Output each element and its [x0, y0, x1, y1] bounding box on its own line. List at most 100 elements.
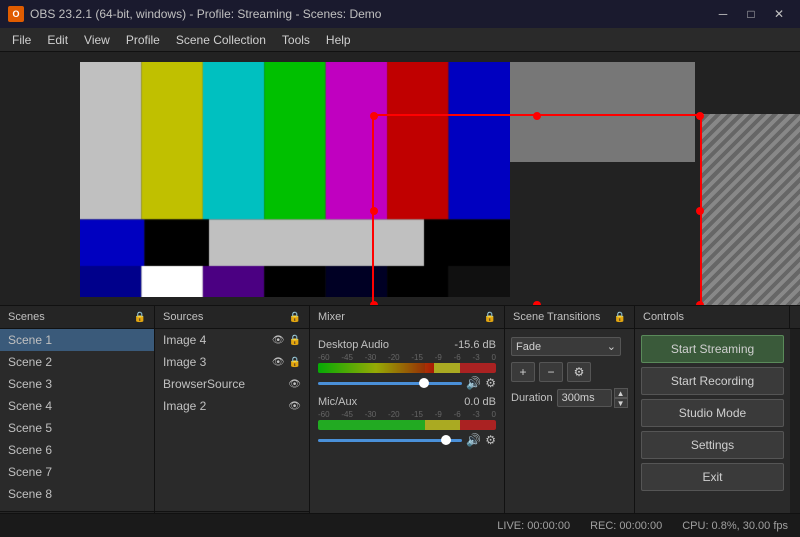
mixer-tracks: Desktop Audio -15.6 dB -60-45-30-20-15-9… [314, 333, 500, 533]
source-item[interactable]: Image 3 👁 🔒 [155, 351, 309, 373]
chevron-down-icon: ⌄ [607, 340, 616, 353]
close-button[interactable]: ✕ [766, 3, 792, 25]
mic-aux-slider[interactable] [318, 439, 462, 442]
menu-file[interactable]: File [4, 31, 39, 49]
main-panels: Scene 1 Scene 2 Scene 3 Scene 4 Scene 5 … [0, 329, 800, 537]
transition-buttons: + − ⚙ [511, 362, 628, 382]
duration-label: Duration [511, 392, 553, 404]
source-name: BrowserSource [163, 377, 245, 391]
source-icons: 👁 [288, 379, 301, 390]
source-item[interactable]: Image 2 👁 [155, 395, 309, 417]
source-name: Image 4 [163, 333, 206, 347]
statusbar: LIVE: 00:00:00 REC: 00:00:00 CPU: 0.8%, … [0, 513, 800, 537]
duration-input[interactable]: 300ms [557, 389, 612, 407]
scenes-lock-icon: 🔒 [134, 312, 146, 323]
lock-icon[interactable]: 🔒 [289, 335, 301, 346]
panel-header-mixer: Mixer 🔒 [310, 306, 505, 328]
menu-help[interactable]: Help [318, 31, 359, 49]
titlebar-title: OBS 23.2.1 (64-bit, windows) - Profile: … [30, 7, 381, 21]
scenes-panel: Scene 1 Scene 2 Scene 3 Scene 4 Scene 5 … [0, 329, 155, 537]
titlebar-left: O OBS 23.2.1 (64-bit, windows) - Profile… [8, 6, 381, 22]
menu-profile[interactable]: Profile [118, 31, 168, 49]
duration-down-button[interactable]: ▼ [614, 398, 628, 408]
visibility-icon[interactable]: 👁 [288, 401, 301, 412]
desktop-audio-name: Desktop Audio [318, 339, 389, 351]
duration-row: Duration 300ms ▲ ▼ [511, 388, 628, 408]
scenes-label: Scenes [8, 311, 45, 323]
desktop-audio-thumb[interactable] [419, 378, 429, 388]
mixer-label: Mixer [318, 311, 345, 323]
visibility-icon[interactable]: 👁 [288, 379, 301, 390]
scene-item[interactable]: Scene 4 [0, 395, 154, 417]
titlebar-controls: ─ □ ✕ [710, 3, 792, 25]
settings-button[interactable]: Settings [641, 431, 784, 459]
scene-item[interactable]: Scene 7 [0, 461, 154, 483]
transitions-label: Scene Transitions [513, 311, 600, 323]
scene-item[interactable]: Scene 8 [0, 483, 154, 505]
source-name: Image 3 [163, 355, 206, 369]
sources-list: Image 4 👁 🔒 Image 3 👁 🔒 BrowserSource 👁 [155, 329, 309, 511]
scene-item[interactable]: Scene 1 [0, 329, 154, 351]
mic-aux-header: Mic/Aux 0.0 dB [318, 396, 496, 408]
mixer-track-mic: Mic/Aux 0.0 dB -60-45-30-20-15-9-6-30 [318, 396, 496, 447]
obs-icon: O [8, 6, 24, 22]
menu-edit[interactable]: Edit [39, 31, 76, 49]
exit-button[interactable]: Exit [641, 463, 784, 491]
transitions-panel: Fade ⌄ + − ⚙ Duration 300ms ▲ ▼ [505, 329, 635, 537]
desktop-audio-header: Desktop Audio -15.6 dB [318, 339, 496, 351]
settings-icon[interactable]: ⚙ [485, 376, 496, 390]
transitions-lock-icon: 🔒 [614, 312, 626, 323]
mixer-panel: Desktop Audio -15.6 dB -60-45-30-20-15-9… [310, 329, 505, 537]
visibility-icon[interactable]: 👁 [272, 335, 285, 346]
duration-control: 300ms ▲ ▼ [557, 388, 628, 408]
scene-item[interactable]: Scene 5 [0, 417, 154, 439]
scene-item[interactable]: Scene 6 [0, 439, 154, 461]
mute-icon[interactable]: 🔊 [466, 376, 481, 390]
scene-item[interactable]: Scene 2 [0, 351, 154, 373]
duration-spinners: ▲ ▼ [614, 388, 628, 408]
visibility-icon[interactable]: 👁 [272, 357, 285, 368]
source-item[interactable]: Image 4 👁 🔒 [155, 329, 309, 351]
titlebar: O OBS 23.2.1 (64-bit, windows) - Profile… [0, 0, 800, 28]
source-icons: 👁 🔒 [272, 357, 301, 368]
remove-transition-button[interactable]: − [539, 362, 563, 382]
mic-mute-icon[interactable]: 🔊 [466, 433, 481, 447]
mic-aux-thumb[interactable] [441, 435, 451, 445]
preview-canvas [80, 62, 510, 297]
scene-item[interactable]: Scene 3 [0, 373, 154, 395]
mixer-track-desktop: Desktop Audio -15.6 dB -60-45-30-20-15-9… [318, 339, 496, 390]
transition-settings-button[interactable]: ⚙ [567, 362, 591, 382]
transition-select[interactable]: Fade ⌄ [511, 337, 621, 356]
sources-label: Sources [163, 311, 203, 323]
sources-lock-icon: 🔒 [289, 312, 301, 323]
desktop-audio-meter [318, 363, 496, 373]
menubar: File Edit View Profile Scene Collection … [0, 28, 800, 52]
menu-view[interactable]: View [76, 31, 118, 49]
hatch-area [700, 114, 800, 305]
maximize-button[interactable]: □ [738, 3, 764, 25]
menu-scene-collection[interactable]: Scene Collection [168, 31, 274, 49]
panel-header-transitions: Scene Transitions 🔒 [505, 306, 635, 328]
preview-area [0, 52, 800, 305]
start-streaming-button[interactable]: Start Streaming [641, 335, 784, 363]
source-item[interactable]: BrowserSource 👁 [155, 373, 309, 395]
desktop-audio-slider[interactable] [318, 382, 462, 385]
desktop-audio-slider-row: 🔊 ⚙ [318, 376, 496, 390]
meter-scale: -60-45-30-20-15-9-6-30 [318, 353, 496, 362]
start-recording-button[interactable]: Start Recording [641, 367, 784, 395]
duration-up-button[interactable]: ▲ [614, 388, 628, 398]
panel-header-controls: Controls [635, 306, 790, 328]
mic-aux-meter [318, 420, 496, 430]
transition-selected: Fade [516, 341, 541, 353]
add-transition-button[interactable]: + [511, 362, 535, 382]
mixer-lock-icon: 🔒 [484, 312, 496, 323]
menu-tools[interactable]: Tools [274, 31, 318, 49]
live-status: LIVE: 00:00:00 [497, 520, 570, 532]
studio-mode-button[interactable]: Studio Mode [641, 399, 784, 427]
lock-icon[interactable]: 🔒 [289, 357, 301, 368]
rec-status: REC: 00:00:00 [590, 520, 662, 532]
minimize-button[interactable]: ─ [710, 3, 736, 25]
source-icons: 👁 [288, 401, 301, 412]
desktop-audio-db: -15.6 dB [454, 339, 496, 351]
mic-settings-icon[interactable]: ⚙ [485, 433, 496, 447]
